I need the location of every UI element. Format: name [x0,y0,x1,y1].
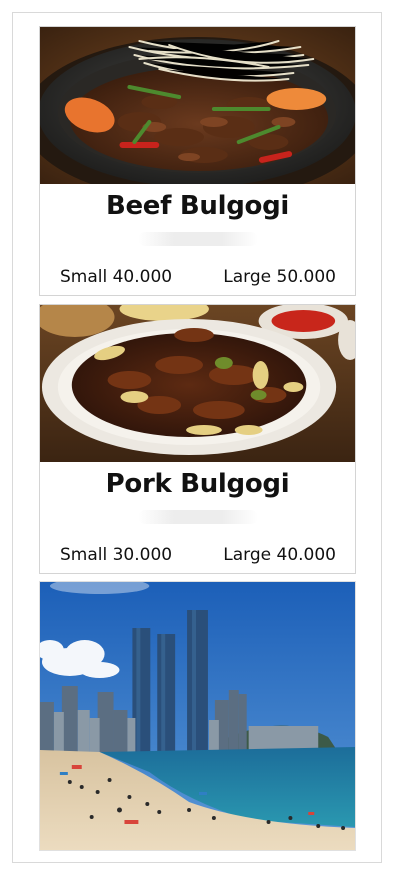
menu-card-beef-bulgogi[interactable]: Beef Bulgogi Small 40.000 Large 50.000 [39,26,356,296]
banner-card[interactable] [39,581,356,851]
price-row: Small 40.000 Large 50.000 [40,267,355,287]
price-row: Small 30.000 Large 40.000 [40,545,355,565]
dish-title: Beef Bulgogi [105,191,290,221]
price-small: Small 40.000 [60,267,173,287]
price-small: Small 30.000 [60,545,173,565]
subtitle-placeholder [137,232,258,246]
subtitle-placeholder [137,510,258,524]
pork-bulgogi-photo [40,305,355,462]
beef-bulgogi-photo [40,27,355,184]
price-large: Large 50.000 [223,267,336,287]
menu-card-pork-bulgogi[interactable]: Pork Bulgogi Small 30.000 Large 40.000 [39,304,356,574]
beach-city-photo [40,582,355,850]
price-large: Large 40.000 [223,545,336,565]
dish-title: Pork Bulgogi [105,469,290,499]
